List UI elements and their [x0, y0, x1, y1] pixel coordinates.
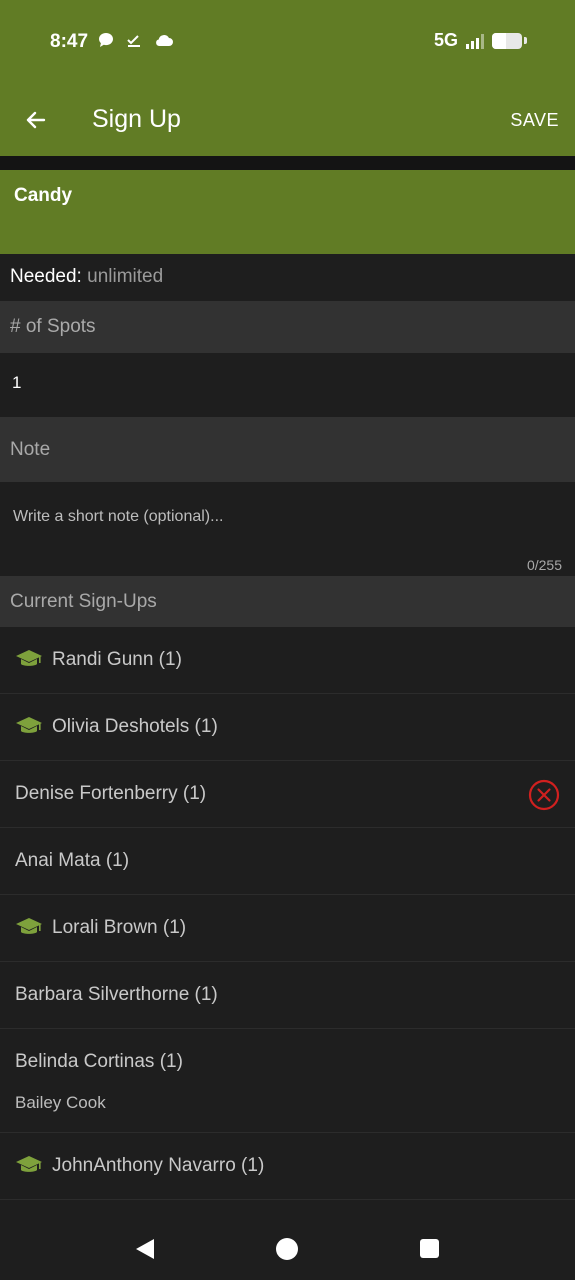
app-bar: Sign Up SAVE — [0, 86, 575, 156]
spots-header-label: # of Spots — [10, 316, 96, 337]
nav-home-icon[interactable] — [276, 1238, 298, 1260]
back-button[interactable] — [20, 104, 52, 136]
signup-name: Randi Gunn (1) — [52, 649, 182, 670]
nav-recents-icon[interactable] — [420, 1239, 439, 1258]
signal-icon — [466, 33, 484, 49]
item-title: Candy — [14, 185, 73, 206]
chat-bubble-icon — [98, 32, 114, 53]
check-download-icon — [126, 32, 142, 53]
graduation-cap-icon — [16, 1156, 42, 1172]
note-section-header: Note — [0, 417, 575, 482]
list-item[interactable]: Lorali Brown (1) — [0, 895, 575, 962]
note-header-label: Note — [10, 438, 51, 460]
graduation-cap-icon — [16, 918, 42, 934]
signup-name: Belinda Cortinas (1) — [15, 1051, 183, 1072]
needed-label: Needed: — [10, 266, 82, 287]
needed-value: unlimited — [87, 266, 164, 287]
page-title: Sign Up — [92, 105, 181, 133]
battery-tip — [524, 37, 527, 44]
system-nav-bar — [0, 1200, 575, 1280]
list-item[interactable]: Barbara Silverthorne (1) — [0, 962, 575, 1029]
note-placeholder: Write a short note (optional)... — [13, 508, 224, 525]
signup-name: JohnAnthony Navarro (1) — [52, 1155, 265, 1176]
nav-back-icon[interactable] — [134, 1238, 156, 1260]
cloud-icon — [154, 33, 174, 52]
list-item[interactable]: Anai Mata (1) — [0, 828, 575, 895]
arrow-left-icon — [26, 111, 46, 129]
signups-list: Randi Gunn (1) Olivia Deshotels (1) Deni… — [0, 627, 575, 1200]
spots-section-header: # of Spots — [0, 301, 575, 353]
save-button[interactable]: SAVE — [510, 110, 559, 131]
signup-name: Olivia Deshotels (1) — [52, 716, 218, 737]
status-time: 8:47 — [50, 31, 89, 52]
network-type: 5G — [433, 30, 458, 50]
needed-info: Needed: unlimited — [10, 266, 163, 288]
status-bar: 8:47 5G — [0, 0, 575, 86]
note-char-count: 0/255 — [526, 557, 562, 573]
note-input[interactable]: Write a short note (optional)... 0/255 — [0, 482, 575, 576]
signup-name: Denise Fortenberry (1) — [15, 783, 207, 804]
spots-input[interactable]: 1 — [12, 373, 21, 393]
divider — [0, 156, 575, 170]
status-system-icons: 5G — [434, 30, 527, 51]
signup-name: Lorali Brown (1) — [52, 917, 187, 938]
graduation-cap-icon — [16, 717, 42, 733]
signups-header-label: Current Sign-Ups — [10, 590, 157, 612]
list-item[interactable]: Belinda Cortinas (1) Bailey Cook — [0, 1029, 575, 1133]
remove-circle-icon[interactable] — [528, 779, 560, 811]
status-notification-icons — [98, 32, 174, 53]
list-item[interactable]: Olivia Deshotels (1) — [0, 694, 575, 761]
battery-icon — [492, 32, 522, 49]
list-item[interactable]: Randi Gunn (1) — [0, 627, 575, 694]
signup-name: Barbara Silverthorne (1) — [15, 984, 218, 1005]
graduation-cap-icon — [16, 650, 42, 666]
item-header: Candy — [0, 170, 575, 254]
signups-section-header: Current Sign-Ups — [0, 576, 575, 627]
signup-name: Anai Mata (1) — [15, 850, 130, 871]
list-item[interactable]: JohnAnthony Navarro (1) — [0, 1133, 575, 1200]
list-item[interactable]: Denise Fortenberry (1) — [0, 761, 575, 828]
signup-subtext: Bailey Cook — [15, 1093, 106, 1112]
